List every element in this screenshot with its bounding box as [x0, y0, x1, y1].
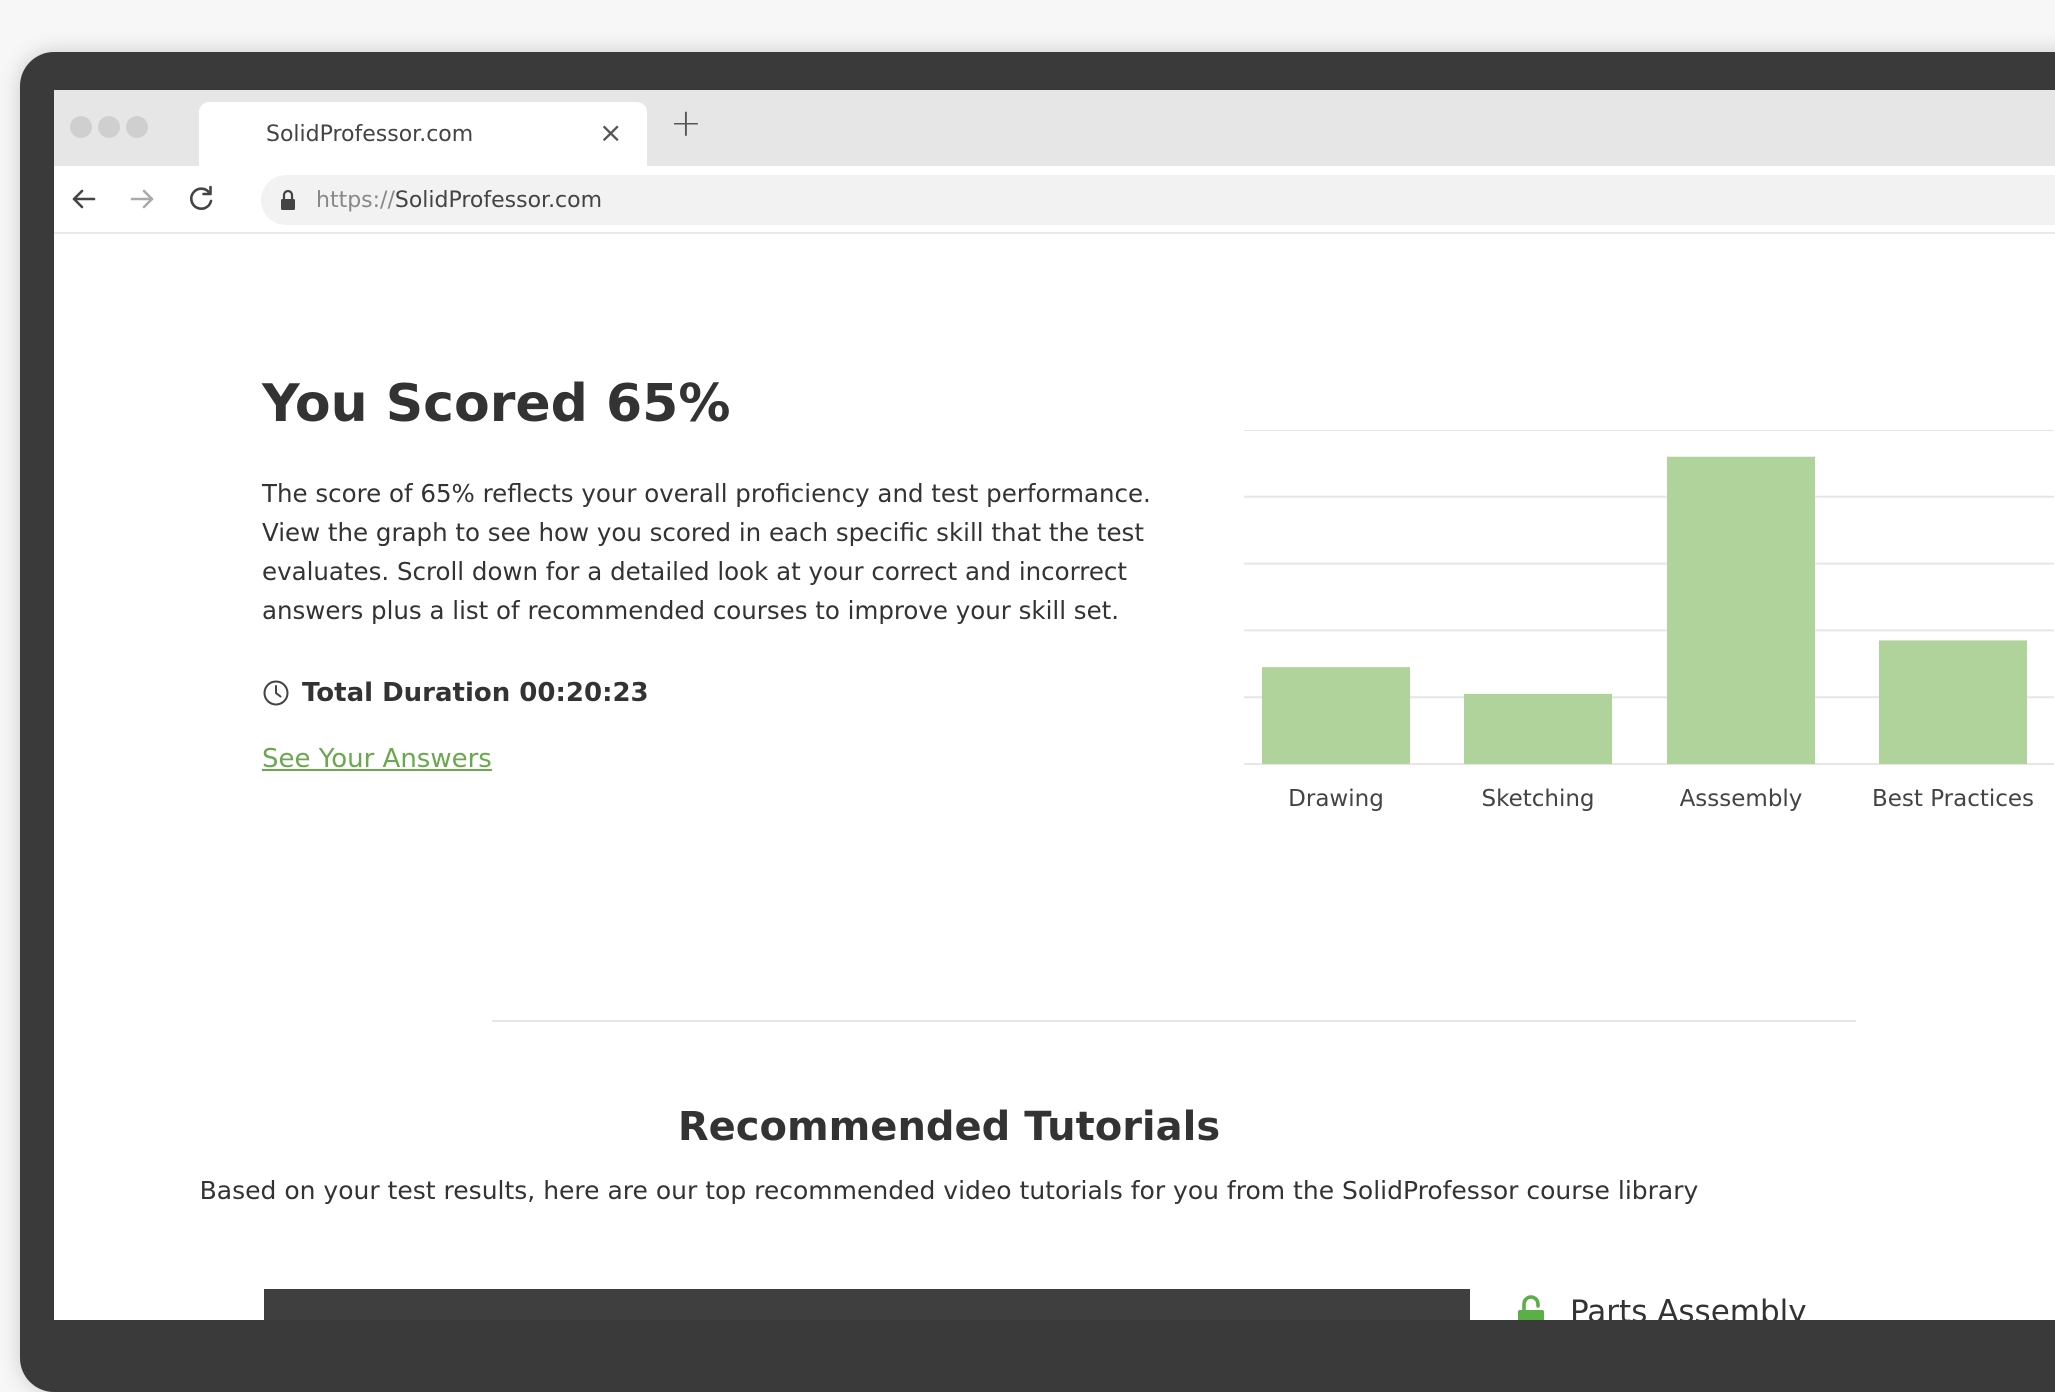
url-text: https://SolidProfessor.com — [316, 188, 603, 213]
score-title: You Scored 65% — [262, 374, 731, 434]
clock-icon — [263, 680, 289, 706]
score-description: The score of 65% reflects your overall p… — [262, 479, 1151, 625]
chart-bar — [1262, 667, 1410, 764]
tab-title: SolidProfessor.com — [266, 122, 474, 147]
window-zoom-dot[interactable] — [126, 116, 148, 138]
address-bar-row: https://SolidProfessor.com — [54, 166, 2055, 234]
chart-bar — [1464, 693, 1612, 764]
chart-category-label: Drawing — [1288, 786, 1384, 812]
tab-solidprofessor[interactable]: SolidProfessor.com × — [199, 102, 647, 166]
video-player[interactable] — [264, 1289, 1470, 1320]
recommended-title: Recommended Tutorials — [677, 1104, 1221, 1150]
chart-bar — [1879, 640, 2027, 764]
url-field[interactable]: https://SolidProfessor.com — [261, 175, 2055, 225]
window-minimize-dot[interactable] — [98, 116, 120, 138]
back-arrow-icon[interactable] — [64, 179, 104, 219]
section-divider — [492, 1020, 1856, 1022]
course-parts-assembly[interactable]: Parts Assembly — [1516, 1294, 1807, 1320]
lock-icon — [281, 189, 295, 210]
course-title: Parts Assembly — [1570, 1294, 1807, 1320]
forward-arrow-icon[interactable] — [122, 179, 162, 219]
reload-icon[interactable] — [181, 179, 221, 219]
page-content: You Scored 65% The score of 65% reflects… — [54, 236, 2055, 1320]
duration-text: Total Duration 00:20:23 — [302, 678, 649, 708]
browser-window: SolidProfessor.com × + https://SolidProf… — [54, 90, 2055, 1320]
skill-score-chart: Drawing Sketching Asssembly Best Practices — [1244, 430, 2054, 812]
recommended-subtitle: Based on your test results, here are our… — [199, 1176, 1699, 1205]
tab-strip: SolidProfessor.com × + — [54, 90, 2055, 166]
tab-close-icon[interactable]: × — [599, 116, 622, 149]
chart-bar — [1667, 456, 1815, 764]
chart-category-label: Sketching — [1481, 786, 1594, 812]
chart-category-label: Asssembly — [1680, 786, 1803, 812]
unlock-icon — [1518, 1295, 1544, 1320]
window-close-dot[interactable] — [70, 116, 92, 138]
chart-category-label: Best Practices — [1872, 786, 2034, 812]
total-duration: Total Duration 00:20:23 — [262, 678, 649, 708]
see-answers-link[interactable]: See Your Answers — [262, 744, 492, 774]
new-tab-icon[interactable]: + — [670, 104, 702, 142]
